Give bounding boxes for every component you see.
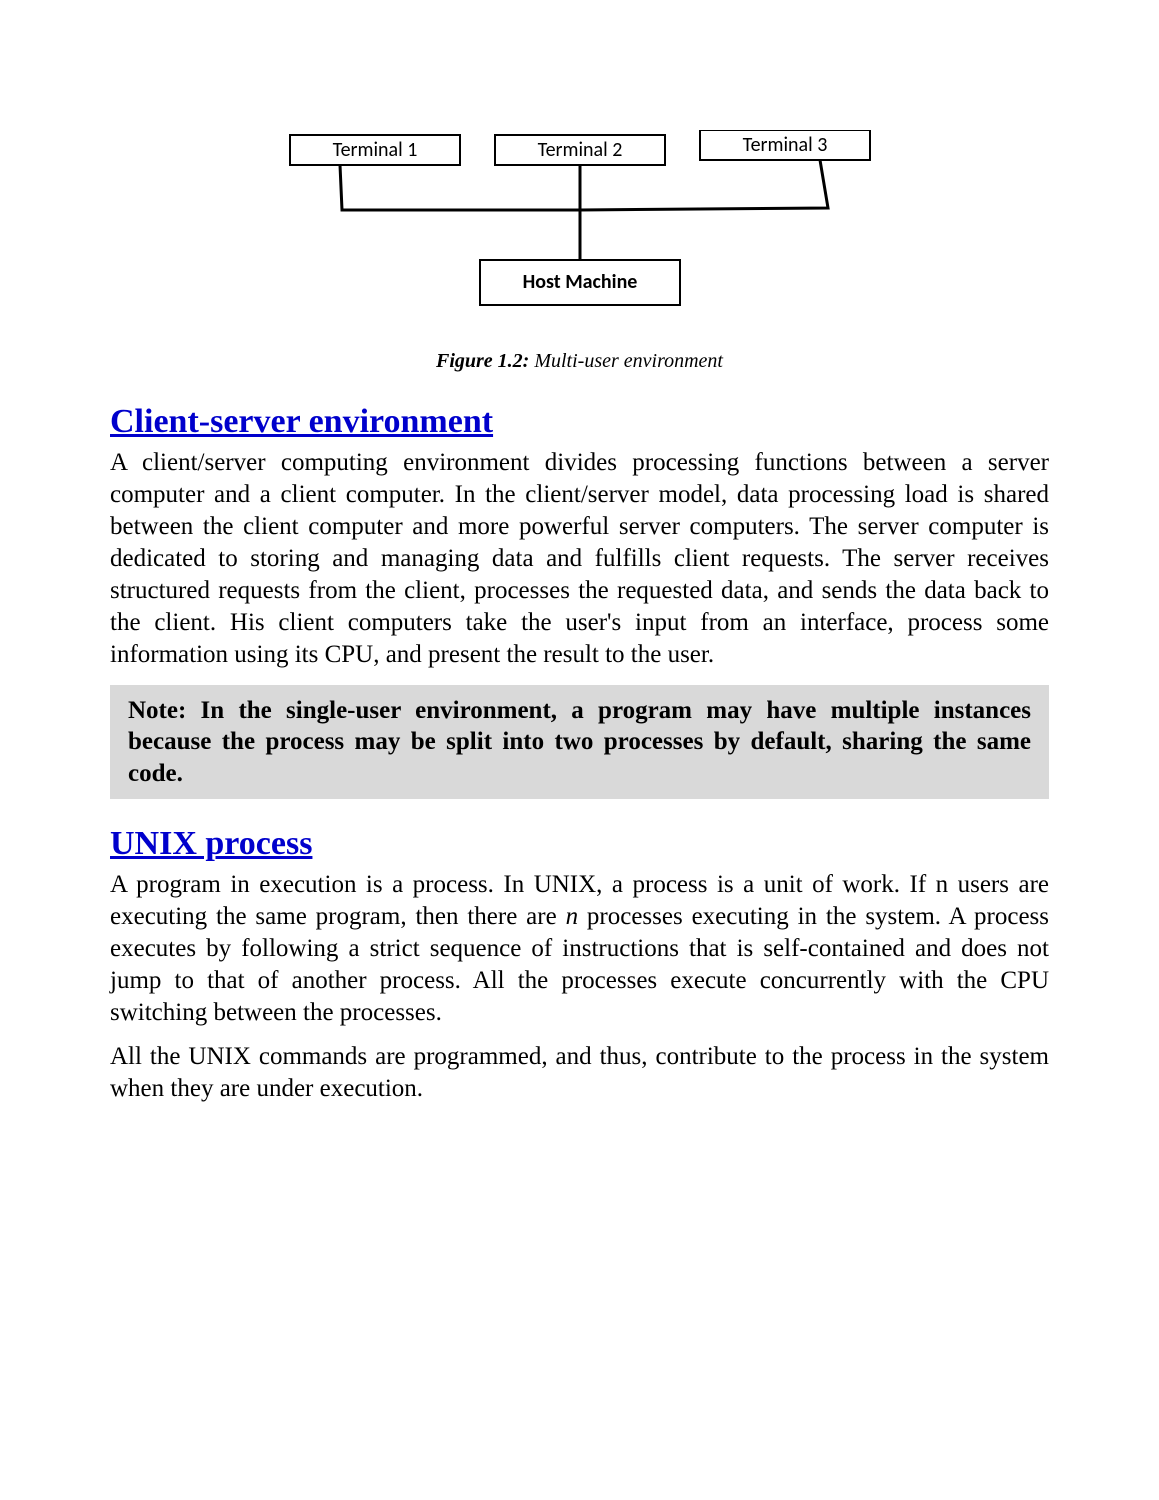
italic-n: n [566,903,579,930]
diagram-terminal-1-label: Terminal 1 [332,138,417,162]
diagram-terminal-3-label: Terminal 3 [742,133,827,157]
heading-unix-process: UNIX process [110,825,1049,863]
figure-caption-title: Multi-user environment [534,350,723,372]
document-page: Terminal 1 Terminal 2 Terminal 3 Host Ma… [0,0,1159,1177]
diagram-terminal-2-label: Terminal 2 [537,138,622,162]
paragraph-client-server: A client/server computing environment di… [110,447,1049,671]
figure-caption-label: Figure 1.2: [436,350,529,372]
diagram-host-label: Host Machine [522,270,637,294]
heading-client-server: Client-server environment [110,403,1049,441]
paragraph-unix-process-1: A program in execution is a process. In … [110,869,1049,1029]
figure-diagram: Terminal 1 Terminal 2 Terminal 3 Host Ma… [280,130,880,310]
paragraph-unix-process-2: All the UNIX commands are programmed, an… [110,1041,1049,1105]
note-box: Note: In the single-user environment, a … [110,685,1049,799]
figure-caption: Figure 1.2: Multi-user environment [110,350,1049,373]
